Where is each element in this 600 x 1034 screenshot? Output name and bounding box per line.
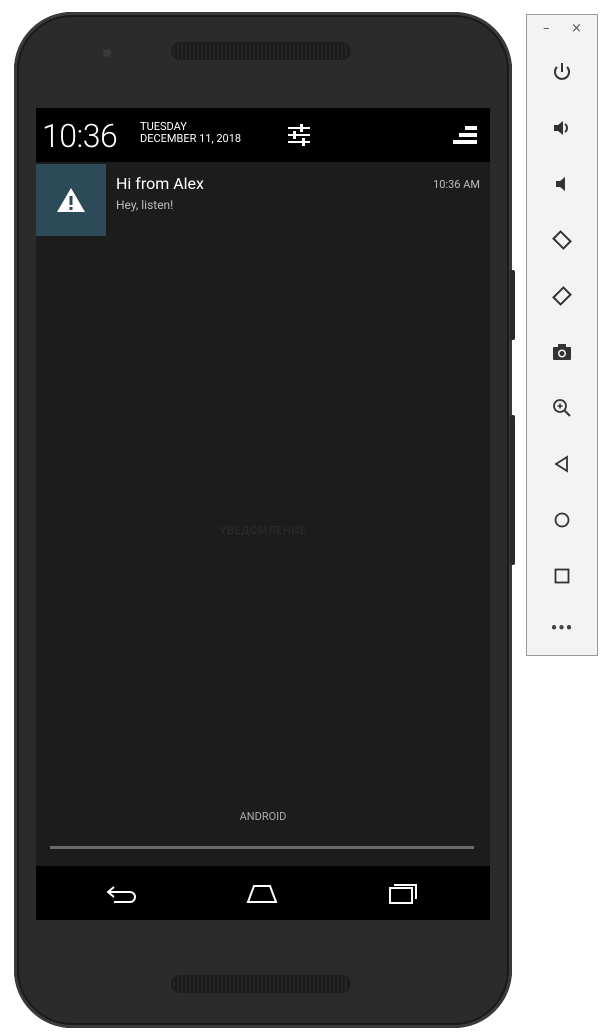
back-icon bbox=[554, 455, 568, 473]
side-volume-rocker[interactable] bbox=[510, 415, 515, 565]
zoom-button[interactable] bbox=[543, 389, 581, 427]
shade-handle[interactable] bbox=[50, 846, 474, 849]
volume-down-icon bbox=[556, 177, 565, 191]
more-icon: ••• bbox=[550, 617, 574, 639]
rotate-left-button[interactable] bbox=[543, 221, 581, 259]
status-clock: 10:36 bbox=[42, 117, 118, 155]
notification-icon-area bbox=[36, 164, 106, 236]
nav-back-icon[interactable] bbox=[104, 878, 140, 908]
date-block: TUESDAY DECEMBER 11, 2018 bbox=[140, 121, 241, 145]
quick-settings-sliders-icon[interactable] bbox=[286, 122, 312, 148]
volume-up-icon bbox=[554, 121, 568, 135]
notification-time: 10:36 AM bbox=[433, 178, 480, 191]
collapse-notifications-icon[interactable] bbox=[453, 124, 477, 146]
power-button[interactable] bbox=[543, 53, 581, 91]
warning-icon bbox=[57, 188, 85, 212]
volume-down-button[interactable] bbox=[543, 165, 581, 203]
home-icon bbox=[554, 512, 570, 528]
home-button[interactable] bbox=[543, 501, 581, 539]
more-button[interactable]: ••• bbox=[543, 609, 581, 647]
volume-up-button[interactable] bbox=[543, 109, 581, 147]
side-power-button[interactable] bbox=[510, 270, 515, 340]
notification-card[interactable]: Hi from Alex Hey, listen! 10:36 AM bbox=[36, 164, 490, 236]
notification-shade-header: 10:36 TUESDAY DECEMBER 11, 2018 bbox=[36, 108, 490, 162]
power-icon bbox=[554, 63, 570, 80]
rotate-right-icon bbox=[552, 286, 572, 306]
bottom-speaker bbox=[171, 975, 351, 993]
rotate-left-icon bbox=[552, 230, 572, 250]
notification-title: Hi from Alex bbox=[116, 174, 204, 193]
earpiece-speaker bbox=[171, 42, 351, 60]
back-button[interactable] bbox=[543, 445, 581, 483]
date-label: DECEMBER 11, 2018 bbox=[140, 132, 242, 145]
camera-icon bbox=[553, 344, 571, 360]
carrier-label: ANDROID bbox=[239, 810, 287, 823]
notification-text: Hey, listen! bbox=[116, 198, 174, 212]
nav-home-icon[interactable] bbox=[244, 878, 280, 908]
overview-button[interactable] bbox=[543, 557, 581, 595]
rotate-right-button[interactable] bbox=[543, 277, 581, 315]
navigation-bar bbox=[36, 866, 490, 920]
emulator-toolbar: – × ••• bbox=[526, 14, 598, 656]
nav-recents-icon[interactable] bbox=[384, 878, 420, 908]
zoom-icon bbox=[553, 399, 571, 417]
phone-screen: 10:36 TUESDAY DECEMBER 11, 2018 Hi from … bbox=[36, 108, 490, 920]
overview-icon bbox=[554, 568, 570, 584]
minimize-button[interactable]: – bbox=[543, 21, 550, 36]
close-button[interactable]: × bbox=[571, 21, 582, 36]
background-label: УВЕДОМЛЕНИЕ bbox=[219, 524, 307, 537]
screenshot-button[interactable] bbox=[543, 333, 581, 371]
front-camera bbox=[103, 49, 111, 57]
